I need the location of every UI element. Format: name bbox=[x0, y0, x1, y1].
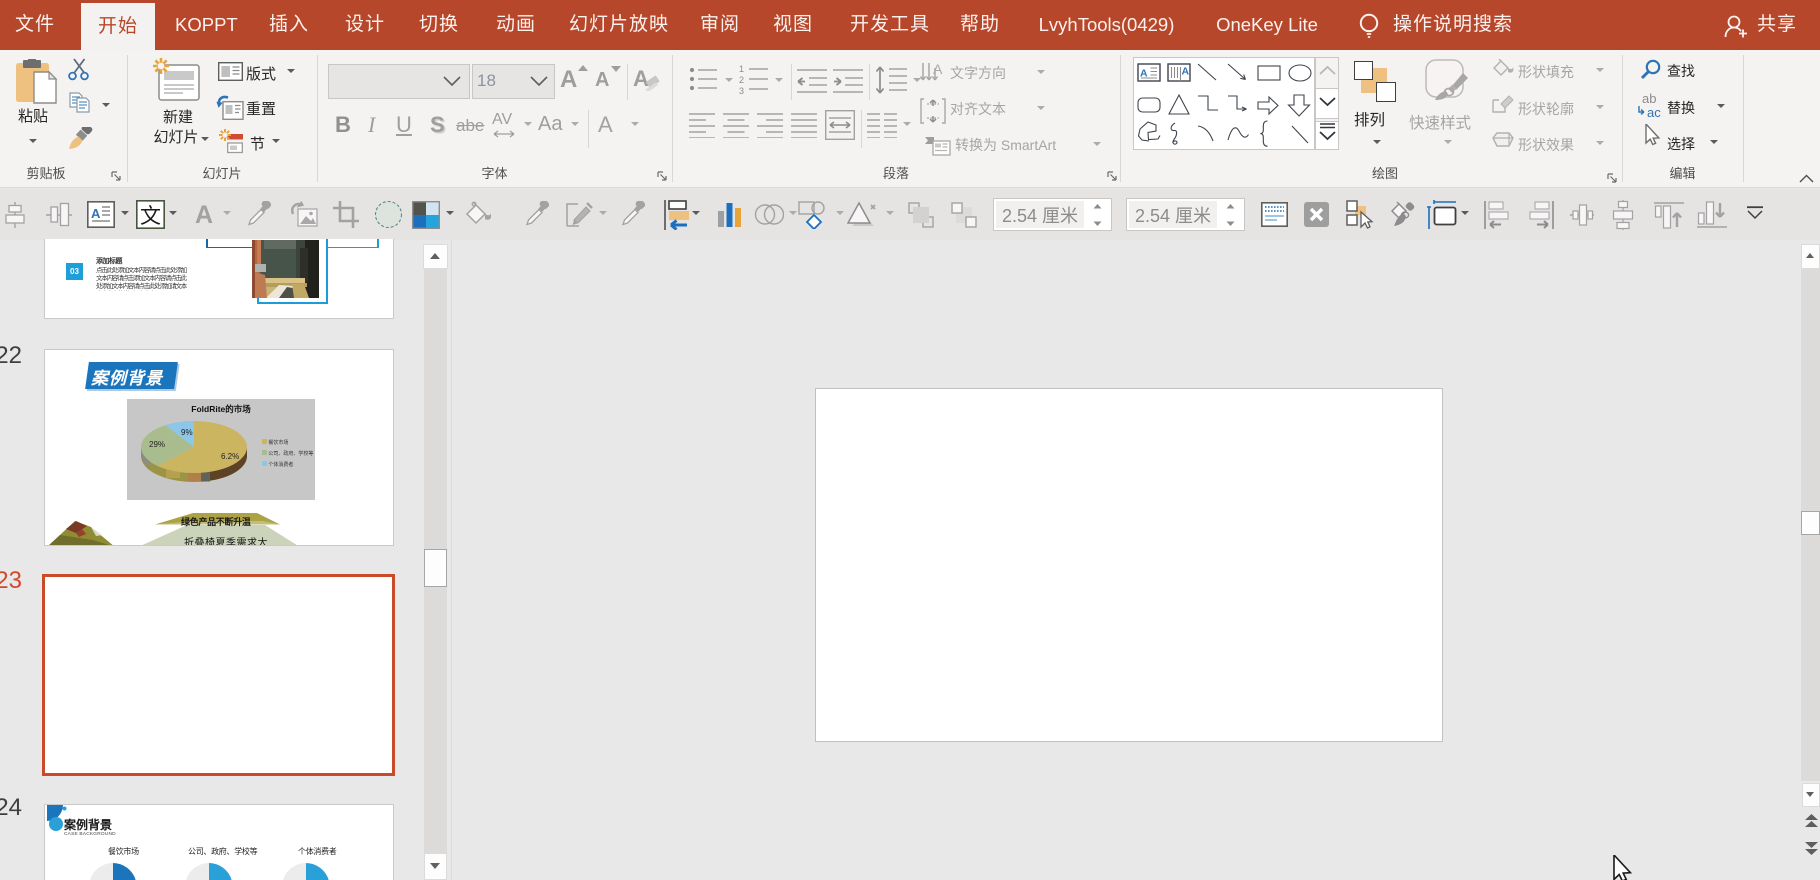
svg-text:29%: 29% bbox=[149, 440, 165, 449]
svg-text:2: 2 bbox=[739, 75, 744, 85]
svg-text:6.2%: 6.2% bbox=[221, 452, 239, 461]
svg-text:3: 3 bbox=[739, 86, 744, 96]
svg-text:ac: ac bbox=[1647, 105, 1661, 118]
svg-text:A: A bbox=[91, 206, 101, 221]
svg-text:9%: 9% bbox=[181, 428, 193, 437]
svg-text:A: A bbox=[1182, 66, 1190, 78]
svg-text:1: 1 bbox=[739, 64, 744, 74]
svg-text:A: A bbox=[933, 62, 943, 77]
svg-text:文: 文 bbox=[140, 205, 161, 228]
svg-text:A: A bbox=[1140, 68, 1148, 80]
